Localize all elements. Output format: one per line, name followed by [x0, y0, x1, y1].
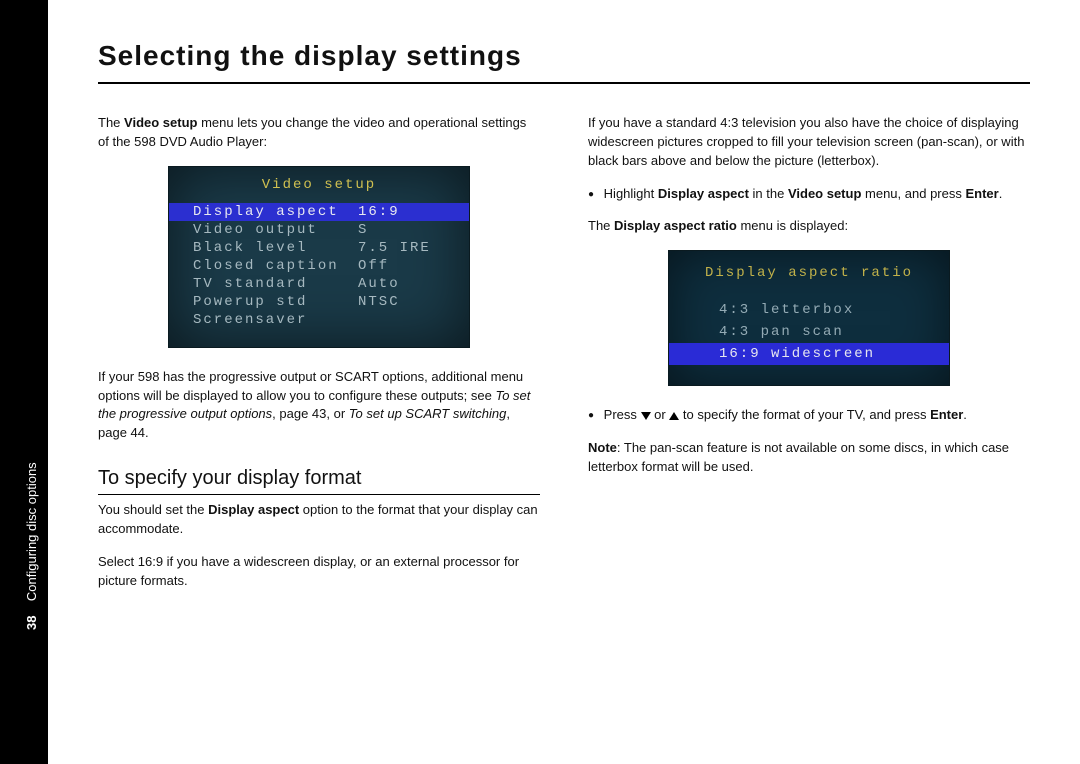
display-aspect-paragraph: You should set the Display aspect option… — [98, 501, 540, 539]
side-label: 38 Configuring disc options — [24, 462, 39, 630]
osd-key: Video output — [193, 222, 358, 238]
osd2-title: Display aspect ratio — [669, 265, 949, 281]
osd-value: S — [358, 222, 445, 238]
osd-key: TV standard — [193, 276, 358, 292]
osd-option: 16:9 widescreen — [669, 343, 949, 365]
osd-row: Display aspect16:9 — [169, 203, 469, 221]
right-column: If you have a standard 4:3 television yo… — [588, 114, 1030, 604]
osd-row: TV standardAuto — [169, 275, 469, 293]
osd-value: Off — [358, 258, 445, 274]
osd-row: Powerup stdNTSC — [169, 293, 469, 311]
step-highlight-display-aspect: Highlight Display aspect in the Video se… — [588, 185, 1030, 204]
osd-option: 4:3 letterbox — [669, 299, 949, 321]
step-press-arrows: Press or to specify the format of your T… — [588, 406, 1030, 425]
osd-key: Screensaver — [193, 312, 358, 328]
arrow-up-icon — [669, 412, 679, 420]
page-number: 38 — [24, 616, 39, 630]
arrow-down-icon — [641, 412, 651, 420]
aspect-ratio-menu-displayed: The Display aspect ratio menu is display… — [588, 217, 1030, 236]
osd-key: Closed caption — [193, 258, 358, 274]
osd-value — [358, 312, 445, 328]
standard-tv-paragraph: If you have a standard 4:3 television yo… — [588, 114, 1030, 171]
two-column-layout: The Video setup menu lets you change the… — [98, 114, 1030, 604]
section-name: Configuring disc options — [24, 462, 39, 601]
side-bar: 38 Configuring disc options — [0, 0, 48, 764]
osd-row: Closed captionOff — [169, 257, 469, 275]
osd-option: 4:3 pan scan — [669, 321, 949, 343]
page-title: Selecting the display settings — [98, 40, 1030, 72]
page-content: Selecting the display settings The Video… — [48, 0, 1080, 604]
osd-row: Screensaver — [169, 311, 469, 329]
osd-value: Auto — [358, 276, 445, 292]
title-rule — [98, 82, 1030, 84]
osd-value: 7.5 IRE — [358, 240, 445, 256]
scart-note: If your 598 has the progressive output o… — [98, 368, 540, 443]
osd-display-aspect-ratio: Display aspect ratio 4:3 letterbox4:3 pa… — [668, 250, 950, 386]
osd-video-setup: Video setup Display aspect16:9Video outp… — [168, 166, 470, 348]
osd-row: Black level7.5 IRE — [169, 239, 469, 257]
osd-value: NTSC — [358, 294, 445, 310]
intro-paragraph: The Video setup menu lets you change the… — [98, 114, 540, 152]
left-column: The Video setup menu lets you change the… — [98, 114, 540, 604]
subheading-display-format: To specify your display format — [98, 467, 540, 495]
osd-value: 16:9 — [358, 204, 445, 220]
pan-scan-note: Note: The pan-scan feature is not availa… — [588, 439, 1030, 477]
osd1-title: Video setup — [169, 177, 469, 193]
osd-key: Black level — [193, 240, 358, 256]
osd-row: Video outputS — [169, 221, 469, 239]
osd-key: Display aspect — [193, 204, 358, 220]
select-169-paragraph: Select 16:9 if you have a widescreen dis… — [98, 553, 540, 591]
osd-key: Powerup std — [193, 294, 358, 310]
